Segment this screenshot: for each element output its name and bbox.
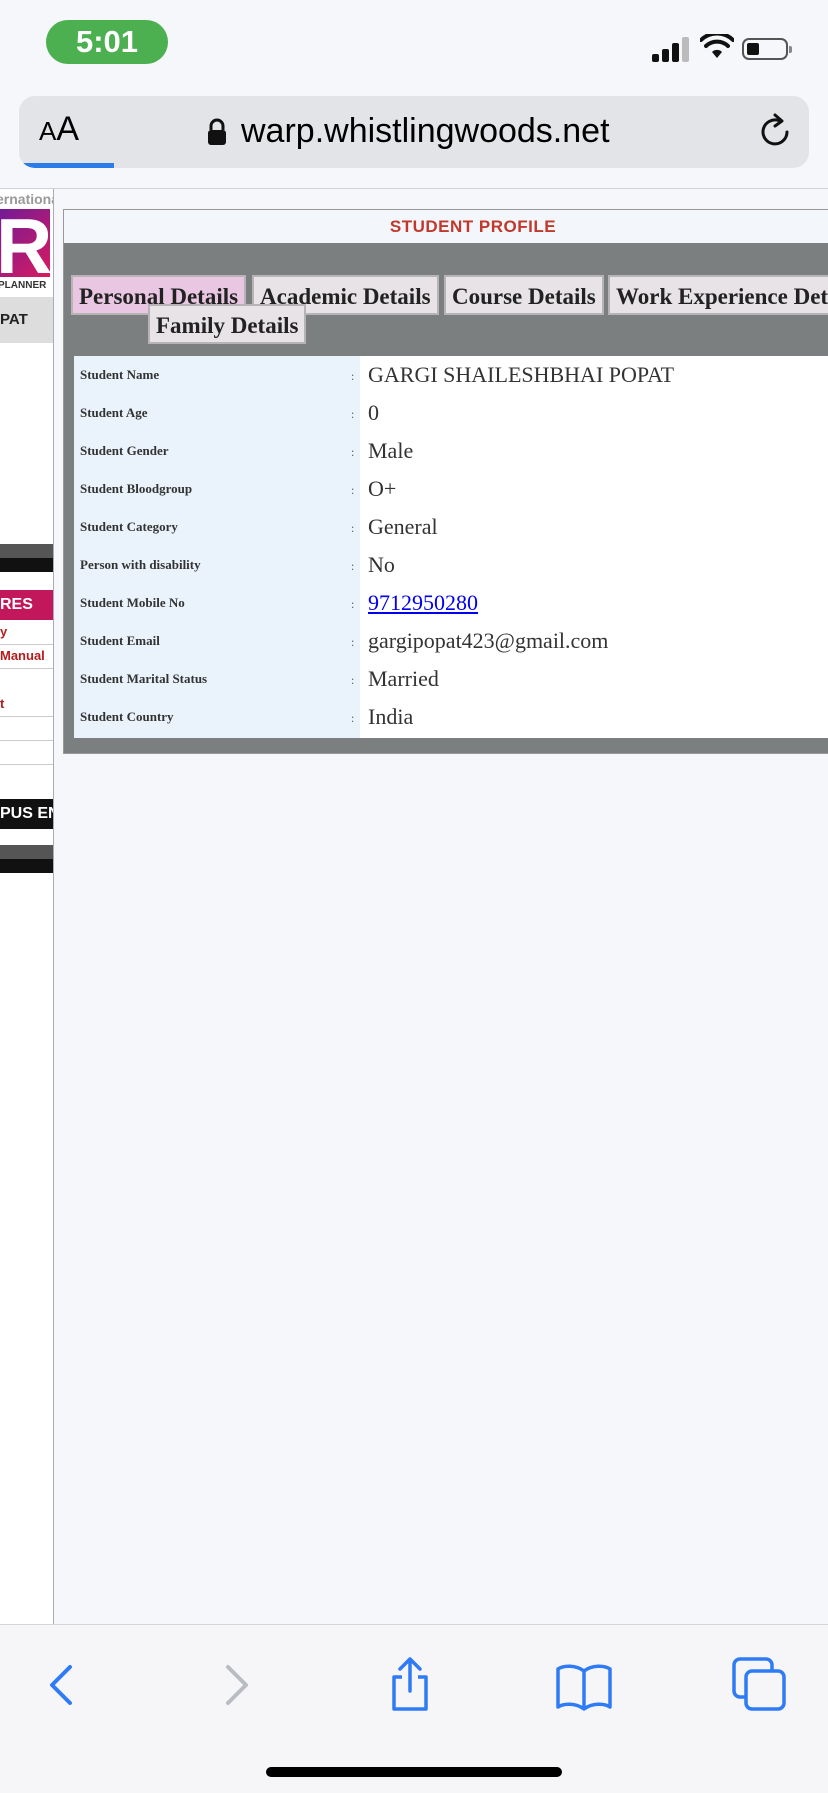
- student-country-value: India: [368, 704, 414, 729]
- field-label: Student Country: [80, 709, 174, 724]
- sidebar-campus-header: PUS EN: [0, 799, 53, 829]
- sidebar-spacer: [0, 716, 53, 741]
- wifi-icon: [700, 34, 734, 58]
- home-indicator: [266, 1767, 562, 1777]
- field-label: Student Gender: [80, 443, 169, 458]
- address-bar[interactable]: AA warp.whistlingwoods.net: [19, 96, 809, 168]
- sidebar-spacer: [0, 740, 53, 765]
- table-row: Student Email : gargipopat423@gmail.com: [74, 622, 828, 660]
- sidebar-link[interactable]: t: [0, 692, 53, 717]
- sidebar-link[interactable]: y: [0, 620, 53, 645]
- field-separator: :: [351, 559, 355, 573]
- sidebar-logo[interactable]: [0, 201, 52, 292]
- url-text[interactable]: warp.whistlingwoods.net: [241, 112, 610, 151]
- sidebar-divider: [0, 544, 53, 558]
- field-separator: :: [351, 445, 355, 459]
- marital-status-value: Married: [368, 666, 439, 691]
- sidebar-logo-caption: PLANNER: [0, 280, 47, 291]
- student-gender-value: Male: [368, 438, 414, 463]
- mobile-number-link[interactable]: 9712950280: [368, 584, 478, 622]
- page-load-progress: [19, 163, 114, 168]
- text-size-button[interactable]: AA: [39, 110, 79, 149]
- tab-work-experience-details[interactable]: Work Experience Details: [608, 275, 828, 315]
- student-email-value: gargipopat423@gmail.com: [368, 628, 609, 653]
- disability-value: No: [368, 552, 395, 577]
- lock-icon: [208, 118, 226, 145]
- table-row: Student Bloodgroup : O+: [74, 470, 828, 508]
- sidebar-section-header: RES: [0, 590, 53, 620]
- field-separator: :: [351, 635, 355, 649]
- page-title: STUDENT PROFILE: [389, 217, 557, 236]
- reload-icon[interactable]: [755, 112, 795, 152]
- table-row: Person with disability : No: [74, 546, 828, 584]
- field-label: Student Name: [80, 367, 160, 382]
- field-label: Student Age: [80, 405, 148, 420]
- field-separator: :: [351, 521, 355, 535]
- student-profile-panel: STUDENT PROFILE Personal Details Academi…: [63, 209, 828, 754]
- tabs-icon[interactable]: [730, 1655, 790, 1715]
- table-row: Student Marital Status : Married: [74, 660, 828, 698]
- bookmarks-icon[interactable]: [554, 1655, 614, 1715]
- student-age-value: 0: [368, 400, 379, 425]
- field-separator: :: [351, 597, 355, 611]
- table-row: Student Age : 0: [74, 394, 828, 432]
- personal-details-table: Student Name : GARGI SHAILESHBHAI POPAT …: [74, 356, 828, 738]
- tab-course-details[interactable]: Course Details: [444, 275, 604, 315]
- sidebar-divider: [0, 859, 53, 873]
- browser-toolbar: [0, 1624, 828, 1793]
- status-time[interactable]: 5:01: [46, 20, 168, 64]
- field-label: Student Marital Status: [80, 671, 208, 686]
- field-label: Student Mobile No: [80, 595, 185, 610]
- field-separator: :: [351, 407, 355, 421]
- field-separator: :: [351, 483, 355, 497]
- sidebar-user-name: PAT: [0, 297, 53, 343]
- student-name-value: GARGI SHAILESHBHAI POPAT: [368, 362, 675, 387]
- web-content: ernationa PLANNER PAT RES y Manual t PUS…: [0, 188, 828, 1624]
- table-row: Student Mobile No : 9712950280: [74, 584, 828, 622]
- panel-header: STUDENT PROFILE: [64, 210, 828, 243]
- share-icon[interactable]: [380, 1655, 440, 1715]
- field-label: Student Email: [80, 633, 160, 648]
- sidebar-link[interactable]: Manual: [0, 644, 53, 669]
- left-sidebar: ernationa PLANNER PAT RES y Manual t PUS…: [0, 189, 54, 1624]
- table-row: Student Gender : Male: [74, 432, 828, 470]
- table-row: Student Country : India: [74, 698, 828, 736]
- field-label: Student Bloodgroup: [80, 481, 193, 496]
- field-separator: :: [351, 711, 355, 725]
- sidebar-divider: [0, 558, 53, 572]
- tab-family-details[interactable]: Family Details: [148, 304, 307, 344]
- field-label: Student Category: [80, 519, 178, 534]
- table-row: Student Category : General: [74, 508, 828, 546]
- student-bloodgroup-value: O+: [368, 476, 397, 501]
- status-bar: 5:01: [0, 0, 828, 90]
- sidebar-divider: [0, 845, 53, 859]
- cellular-signal-icon: [652, 36, 690, 62]
- field-label: Person with disability: [80, 557, 201, 572]
- battery-icon: [742, 38, 792, 60]
- table-row: Student Name : GARGI SHAILESHBHAI POPAT: [74, 356, 828, 394]
- forward-icon[interactable]: [206, 1655, 266, 1715]
- student-category-value: General: [368, 514, 438, 539]
- field-separator: :: [351, 673, 355, 687]
- field-separator: :: [351, 369, 355, 383]
- back-icon[interactable]: [32, 1655, 92, 1715]
